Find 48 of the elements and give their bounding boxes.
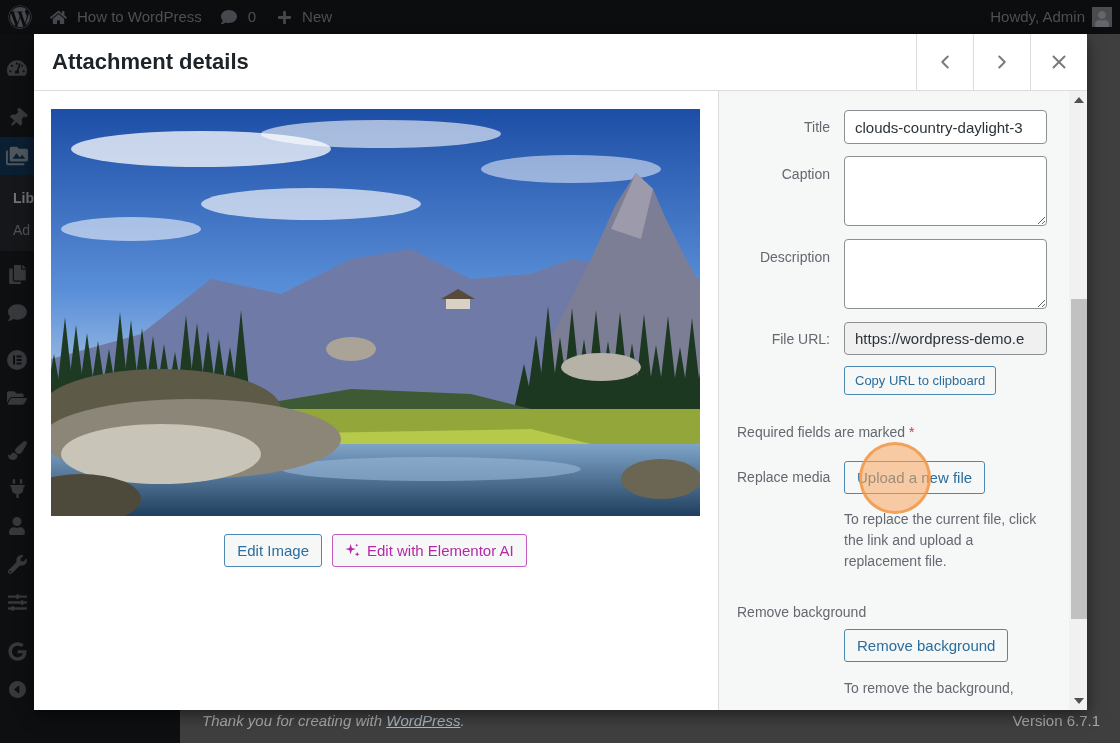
logo-icon[interactable] [8, 5, 32, 29]
comment-count: 0 [247, 8, 257, 26]
copy-url-button[interactable]: Copy URL to clipboard [844, 366, 997, 395]
submenu-link[interactable]: Lib [0, 182, 34, 214]
close-button[interactable] [1030, 34, 1087, 90]
text-area[interactable] [844, 156, 1047, 226]
speech-bubble-icon [7, 302, 27, 322]
media-icon [6, 145, 28, 167]
speech-bubble-icon[interactable] [220, 9, 237, 25]
scroll-up-icon[interactable] [1074, 97, 1084, 103]
help-text: To replace the current file, click the link and upload a replacement file. [844, 510, 1038, 571]
field-label: Caption [780, 165, 830, 183]
paintbrush-icon [7, 440, 27, 460]
help-text: To remove the background, [844, 679, 1015, 698]
remove-background-button[interactable]: Remove background [844, 629, 1009, 662]
collapse-icon [6, 678, 28, 700]
pages-icon [7, 264, 27, 284]
circle-bars-icon [7, 350, 27, 370]
home-icon[interactable] [50, 8, 67, 26]
scroll-down-icon[interactable] [1074, 698, 1084, 704]
folder-icon [7, 388, 27, 408]
plus-icon[interactable] [277, 9, 293, 25]
modal-title: Attachment details [51, 48, 250, 76]
text-area[interactable] [844, 239, 1047, 309]
sliders-icon [7, 592, 27, 612]
version-text: Version 6.7.1 [1012, 712, 1100, 730]
menu-item[interactable] [0, 137, 34, 175]
field-label: File URL: [770, 330, 830, 348]
sparkle-icon [345, 543, 360, 558]
avatar-icon [1092, 7, 1112, 27]
g-logo-icon [7, 641, 27, 661]
plug-icon [7, 478, 27, 498]
required-fields-note: Required fields are marked * [737, 424, 916, 441]
edit-image-button[interactable]: Edit Image [224, 534, 322, 567]
field-label: Title [803, 118, 830, 136]
scrollbar-thumb[interactable] [1070, 299, 1087, 619]
next-button[interactable] [973, 34, 1030, 90]
footer-credit: Thank you for creating with WordPress. [202, 712, 465, 730]
previous-button[interactable] [916, 34, 973, 90]
edit-with-ai-button[interactable]: Edit with Elementor AI [332, 534, 527, 567]
gauge-icon [7, 58, 27, 78]
text-field[interactable]: clouds-country-daylight-3 [844, 110, 1047, 144]
user-icon [8, 517, 26, 535]
wrench-icon [7, 554, 27, 574]
read-only-field[interactable]: https://wordpress-demo.e [844, 322, 1047, 355]
field-label: Replace media [737, 468, 830, 486]
section-label: Remove background [737, 604, 868, 621]
field-label: Description [758, 248, 830, 266]
